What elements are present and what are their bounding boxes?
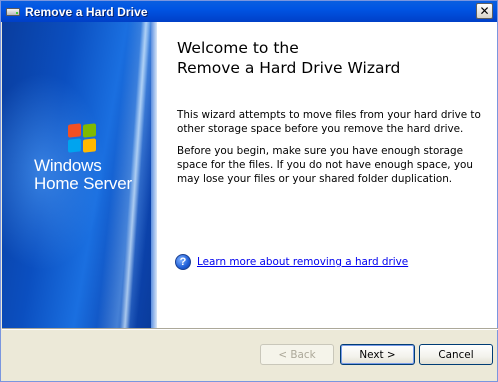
intro-paragraph: This wizard attempts to move files from …: [177, 109, 481, 135]
title-line1: Welcome to the: [177, 39, 299, 57]
page-title: Welcome to the Remove a Hard Drive Wizar…: [177, 38, 487, 78]
warning-paragraph: Before you begin, make sure you have eno…: [177, 145, 473, 185]
branding-panel: Windows Home Server: [2, 22, 157, 328]
help-row: ? Learn more about removing a hard drive: [175, 254, 408, 270]
title-line2: Remove a Hard Drive Wizard: [177, 59, 401, 77]
windows-logo-icon: [68, 123, 98, 154]
brand-line1: Windows: [34, 156, 102, 175]
next-button[interactable]: Next >: [340, 344, 415, 365]
window-title: Remove a Hard Drive: [25, 4, 148, 19]
cancel-button[interactable]: Cancel: [419, 344, 493, 365]
wizard-window: Remove a Hard Drive ✕ Windows Home Serve…: [0, 0, 498, 382]
learn-more-link[interactable]: Learn more about removing a hard drive: [197, 256, 408, 268]
back-button[interactable]: < Back: [260, 344, 334, 365]
title-bar[interactable]: Remove a Hard Drive ✕: [1, 1, 497, 22]
close-button[interactable]: ✕: [476, 3, 493, 19]
brand-line2: Home Server: [34, 174, 132, 193]
button-separator: [2, 328, 498, 330]
hard-drive-icon: [5, 5, 21, 18]
help-icon[interactable]: ?: [175, 254, 191, 270]
content-panel: Welcome to the Remove a Hard Drive Wizar…: [157, 22, 497, 328]
